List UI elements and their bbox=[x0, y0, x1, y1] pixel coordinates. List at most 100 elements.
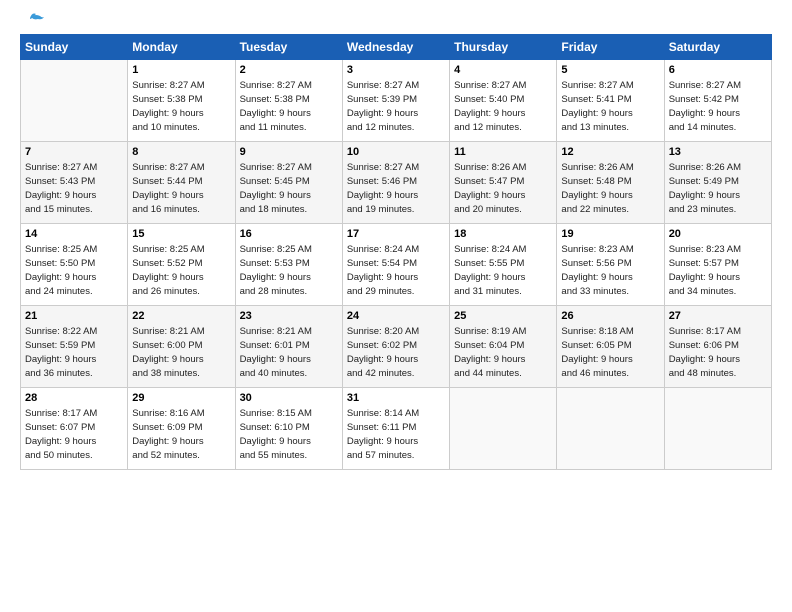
day-number: 20 bbox=[669, 227, 767, 242]
day-number: 23 bbox=[240, 309, 338, 324]
day-info: Sunrise: 8:27 AMSunset: 5:46 PMDaylight:… bbox=[347, 161, 445, 216]
calendar-day-cell: 20Sunrise: 8:23 AMSunset: 5:57 PMDayligh… bbox=[664, 224, 771, 306]
day-info: Sunrise: 8:24 AMSunset: 5:55 PMDaylight:… bbox=[454, 243, 552, 298]
calendar-day-cell: 24Sunrise: 8:20 AMSunset: 6:02 PMDayligh… bbox=[342, 306, 449, 388]
weekday-header-sunday: Sunday bbox=[21, 35, 128, 60]
weekday-header-wednesday: Wednesday bbox=[342, 35, 449, 60]
page: SundayMondayTuesdayWednesdayThursdayFrid… bbox=[0, 0, 792, 612]
calendar-day-cell: 29Sunrise: 8:16 AMSunset: 6:09 PMDayligh… bbox=[128, 388, 235, 470]
day-info: Sunrise: 8:27 AMSunset: 5:43 PMDaylight:… bbox=[25, 161, 123, 216]
weekday-header-tuesday: Tuesday bbox=[235, 35, 342, 60]
day-info: Sunrise: 8:26 AMSunset: 5:49 PMDaylight:… bbox=[669, 161, 767, 216]
calendar-day-cell: 25Sunrise: 8:19 AMSunset: 6:04 PMDayligh… bbox=[450, 306, 557, 388]
calendar-day-cell: 10Sunrise: 8:27 AMSunset: 5:46 PMDayligh… bbox=[342, 142, 449, 224]
day-number: 1 bbox=[132, 63, 230, 78]
day-info: Sunrise: 8:23 AMSunset: 5:56 PMDaylight:… bbox=[561, 243, 659, 298]
calendar-day-cell: 8Sunrise: 8:27 AMSunset: 5:44 PMDaylight… bbox=[128, 142, 235, 224]
day-info: Sunrise: 8:16 AMSunset: 6:09 PMDaylight:… bbox=[132, 407, 230, 462]
day-number: 21 bbox=[25, 309, 123, 324]
day-number: 31 bbox=[347, 391, 445, 406]
day-info: Sunrise: 8:24 AMSunset: 5:54 PMDaylight:… bbox=[347, 243, 445, 298]
logo-bird-icon bbox=[22, 10, 44, 26]
day-info: Sunrise: 8:14 AMSunset: 6:11 PMDaylight:… bbox=[347, 407, 445, 462]
calendar-day-cell: 2Sunrise: 8:27 AMSunset: 5:38 PMDaylight… bbox=[235, 60, 342, 142]
day-number: 8 bbox=[132, 145, 230, 160]
day-number: 25 bbox=[454, 309, 552, 324]
day-info: Sunrise: 8:27 AMSunset: 5:42 PMDaylight:… bbox=[669, 79, 767, 134]
day-number: 27 bbox=[669, 309, 767, 324]
day-info: Sunrise: 8:26 AMSunset: 5:48 PMDaylight:… bbox=[561, 161, 659, 216]
calendar-day-cell: 15Sunrise: 8:25 AMSunset: 5:52 PMDayligh… bbox=[128, 224, 235, 306]
calendar-day-cell: 14Sunrise: 8:25 AMSunset: 5:50 PMDayligh… bbox=[21, 224, 128, 306]
calendar-day-cell: 5Sunrise: 8:27 AMSunset: 5:41 PMDaylight… bbox=[557, 60, 664, 142]
calendar-day-cell: 11Sunrise: 8:26 AMSunset: 5:47 PMDayligh… bbox=[450, 142, 557, 224]
day-number: 19 bbox=[561, 227, 659, 242]
day-info: Sunrise: 8:17 AMSunset: 6:06 PMDaylight:… bbox=[669, 325, 767, 380]
weekday-header-thursday: Thursday bbox=[450, 35, 557, 60]
header bbox=[20, 18, 772, 26]
calendar-week-row: 21Sunrise: 8:22 AMSunset: 5:59 PMDayligh… bbox=[21, 306, 772, 388]
day-number: 2 bbox=[240, 63, 338, 78]
day-info: Sunrise: 8:15 AMSunset: 6:10 PMDaylight:… bbox=[240, 407, 338, 462]
weekday-header-row: SundayMondayTuesdayWednesdayThursdayFrid… bbox=[21, 35, 772, 60]
day-number: 7 bbox=[25, 145, 123, 160]
calendar-day-cell: 30Sunrise: 8:15 AMSunset: 6:10 PMDayligh… bbox=[235, 388, 342, 470]
day-info: Sunrise: 8:23 AMSunset: 5:57 PMDaylight:… bbox=[669, 243, 767, 298]
logo bbox=[20, 18, 44, 26]
day-info: Sunrise: 8:21 AMSunset: 6:00 PMDaylight:… bbox=[132, 325, 230, 380]
day-number: 3 bbox=[347, 63, 445, 78]
calendar-day-cell: 31Sunrise: 8:14 AMSunset: 6:11 PMDayligh… bbox=[342, 388, 449, 470]
day-info: Sunrise: 8:25 AMSunset: 5:53 PMDaylight:… bbox=[240, 243, 338, 298]
day-info: Sunrise: 8:25 AMSunset: 5:52 PMDaylight:… bbox=[132, 243, 230, 298]
day-number: 22 bbox=[132, 309, 230, 324]
calendar-day-cell: 7Sunrise: 8:27 AMSunset: 5:43 PMDaylight… bbox=[21, 142, 128, 224]
day-number: 10 bbox=[347, 145, 445, 160]
day-number: 9 bbox=[240, 145, 338, 160]
calendar-header: SundayMondayTuesdayWednesdayThursdayFrid… bbox=[21, 35, 772, 60]
calendar-day-cell: 13Sunrise: 8:26 AMSunset: 5:49 PMDayligh… bbox=[664, 142, 771, 224]
calendar-day-cell bbox=[21, 60, 128, 142]
calendar-week-row: 1Sunrise: 8:27 AMSunset: 5:38 PMDaylight… bbox=[21, 60, 772, 142]
day-number: 14 bbox=[25, 227, 123, 242]
day-number: 4 bbox=[454, 63, 552, 78]
day-number: 16 bbox=[240, 227, 338, 242]
calendar-day-cell: 22Sunrise: 8:21 AMSunset: 6:00 PMDayligh… bbox=[128, 306, 235, 388]
calendar-day-cell: 1Sunrise: 8:27 AMSunset: 5:38 PMDaylight… bbox=[128, 60, 235, 142]
calendar-day-cell: 3Sunrise: 8:27 AMSunset: 5:39 PMDaylight… bbox=[342, 60, 449, 142]
day-number: 26 bbox=[561, 309, 659, 324]
calendar-day-cell: 9Sunrise: 8:27 AMSunset: 5:45 PMDaylight… bbox=[235, 142, 342, 224]
calendar-week-row: 7Sunrise: 8:27 AMSunset: 5:43 PMDaylight… bbox=[21, 142, 772, 224]
calendar-day-cell bbox=[664, 388, 771, 470]
calendar-body: 1Sunrise: 8:27 AMSunset: 5:38 PMDaylight… bbox=[21, 60, 772, 470]
day-info: Sunrise: 8:27 AMSunset: 5:39 PMDaylight:… bbox=[347, 79, 445, 134]
calendar-day-cell: 28Sunrise: 8:17 AMSunset: 6:07 PMDayligh… bbox=[21, 388, 128, 470]
day-info: Sunrise: 8:22 AMSunset: 5:59 PMDaylight:… bbox=[25, 325, 123, 380]
day-number: 11 bbox=[454, 145, 552, 160]
calendar-day-cell: 16Sunrise: 8:25 AMSunset: 5:53 PMDayligh… bbox=[235, 224, 342, 306]
day-info: Sunrise: 8:27 AMSunset: 5:38 PMDaylight:… bbox=[240, 79, 338, 134]
day-number: 6 bbox=[669, 63, 767, 78]
day-info: Sunrise: 8:26 AMSunset: 5:47 PMDaylight:… bbox=[454, 161, 552, 216]
day-info: Sunrise: 8:27 AMSunset: 5:38 PMDaylight:… bbox=[132, 79, 230, 134]
day-number: 13 bbox=[669, 145, 767, 160]
day-info: Sunrise: 8:27 AMSunset: 5:45 PMDaylight:… bbox=[240, 161, 338, 216]
day-info: Sunrise: 8:19 AMSunset: 6:04 PMDaylight:… bbox=[454, 325, 552, 380]
calendar-day-cell: 21Sunrise: 8:22 AMSunset: 5:59 PMDayligh… bbox=[21, 306, 128, 388]
day-number: 28 bbox=[25, 391, 123, 406]
calendar-week-row: 28Sunrise: 8:17 AMSunset: 6:07 PMDayligh… bbox=[21, 388, 772, 470]
day-number: 15 bbox=[132, 227, 230, 242]
day-number: 18 bbox=[454, 227, 552, 242]
calendar-day-cell: 4Sunrise: 8:27 AMSunset: 5:40 PMDaylight… bbox=[450, 60, 557, 142]
calendar-day-cell: 27Sunrise: 8:17 AMSunset: 6:06 PMDayligh… bbox=[664, 306, 771, 388]
calendar-day-cell bbox=[557, 388, 664, 470]
day-info: Sunrise: 8:20 AMSunset: 6:02 PMDaylight:… bbox=[347, 325, 445, 380]
day-number: 24 bbox=[347, 309, 445, 324]
calendar-day-cell bbox=[450, 388, 557, 470]
calendar-day-cell: 19Sunrise: 8:23 AMSunset: 5:56 PMDayligh… bbox=[557, 224, 664, 306]
day-info: Sunrise: 8:21 AMSunset: 6:01 PMDaylight:… bbox=[240, 325, 338, 380]
weekday-header-monday: Monday bbox=[128, 35, 235, 60]
calendar-week-row: 14Sunrise: 8:25 AMSunset: 5:50 PMDayligh… bbox=[21, 224, 772, 306]
day-number: 29 bbox=[132, 391, 230, 406]
calendar-day-cell: 26Sunrise: 8:18 AMSunset: 6:05 PMDayligh… bbox=[557, 306, 664, 388]
calendar-day-cell: 23Sunrise: 8:21 AMSunset: 6:01 PMDayligh… bbox=[235, 306, 342, 388]
